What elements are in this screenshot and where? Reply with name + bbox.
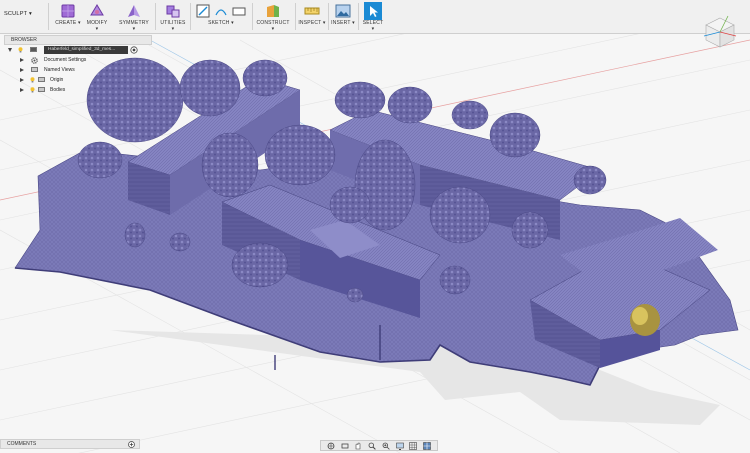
grid-icon[interactable]	[409, 441, 418, 450]
select-icon	[364, 1, 382, 20]
create-menu[interactable]: CREATE ▾	[55, 1, 81, 31]
highlight-artifact	[630, 304, 660, 336]
folder-icon	[31, 67, 38, 72]
browser-item-label: Origin	[50, 77, 64, 83]
folder-icon	[38, 77, 45, 82]
utilities-icon	[166, 5, 180, 17]
utilities-menu[interactable]: UTILITIES ▾	[159, 1, 187, 32]
lightbulb-icon[interactable]	[30, 77, 35, 83]
modify-icon	[90, 3, 104, 15]
folder-icon	[38, 87, 45, 92]
create-label: CREATE	[55, 20, 77, 26]
construct-menu[interactable]: CONSTRUCT ▾	[255, 1, 291, 32]
look-at-icon[interactable]	[341, 442, 349, 450]
symmetry-label: SYMMETRY	[119, 20, 149, 26]
comments-panel[interactable]: COMMENTS	[0, 439, 140, 449]
divider	[295, 3, 296, 30]
divider	[155, 3, 156, 30]
utilities-label: UTILITIES	[160, 20, 186, 26]
gear-icon	[31, 57, 38, 64]
select-menu[interactable]: SELECT ▾	[361, 1, 385, 32]
arc-icon	[215, 8, 227, 15]
sketch-label: SKETCH	[208, 20, 230, 26]
inspect-label: INSPECT	[298, 20, 322, 26]
document-name[interactable]: Haberfeld_simplified_3d_mes...	[44, 46, 128, 54]
inspect-icon	[304, 7, 320, 14]
browser-item-label: Document Settings	[44, 57, 87, 63]
expand-icon[interactable]	[20, 78, 24, 82]
expand-icon[interactable]	[8, 48, 12, 52]
insert-menu[interactable]: INSERT ▾	[331, 1, 355, 31]
orbit-icon[interactable]	[327, 442, 335, 450]
insert-label: INSERT	[331, 20, 351, 26]
construct-icon	[267, 4, 279, 17]
browser-title: BROWSER	[11, 37, 37, 43]
navigation-bar	[320, 440, 438, 451]
sketch-icon	[196, 4, 210, 17]
browser-item[interactable]: Document Settings	[4, 55, 152, 65]
chevron-down-icon: ▾	[28, 11, 32, 17]
workspace-label: SCULPT	[4, 11, 28, 17]
ribbon-toolbar: SCULPT ▾ CREATE ▾ MODIFY ▾ SYMMETRY ▾ UT…	[0, 0, 750, 34]
construct-label: CONSTRUCT	[256, 20, 290, 26]
browser-header[interactable]: BROWSER	[4, 35, 152, 45]
divider	[48, 3, 49, 30]
pan-icon[interactable]	[354, 442, 362, 450]
divider	[190, 3, 191, 30]
browser-item[interactable]: Origin	[4, 75, 152, 85]
symmetry-icon	[128, 4, 140, 17]
lightbulb-icon[interactable]	[30, 87, 35, 93]
comments-title: COMMENTS	[7, 441, 37, 447]
expand-icon[interactable]	[20, 58, 24, 62]
divider	[328, 3, 329, 30]
divider	[252, 3, 253, 30]
divider	[358, 3, 359, 30]
inspect-menu[interactable]: INSPECT ▾	[298, 1, 326, 31]
modify-label: MODIFY	[86, 20, 108, 26]
zoom-window-icon[interactable]	[382, 442, 390, 450]
symmetry-menu[interactable]: SYMMETRY ▾	[117, 1, 151, 32]
browser-panel: BROWSER Haberfeld_simplified_3d_mes... D…	[4, 35, 152, 101]
browser-item-label: Named Views	[44, 67, 75, 73]
viewcube[interactable]	[700, 12, 740, 52]
insert-icon	[335, 4, 351, 17]
document-row[interactable]: Haberfeld_simplified_3d_mes...	[4, 45, 152, 55]
viewports-icon[interactable]	[423, 441, 431, 450]
browser-item[interactable]: Named Views	[4, 65, 152, 75]
expand-icon[interactable]	[20, 68, 24, 72]
add-comment-icon[interactable]	[128, 441, 135, 448]
workspace-switcher[interactable]: SCULPT ▾	[4, 11, 32, 17]
display-settings-icon[interactable]	[395, 442, 404, 450]
box-icon	[61, 4, 75, 17]
sketch-menu[interactable]: SKETCH ▾	[193, 1, 249, 31]
document-icon	[30, 47, 37, 52]
lightbulb-icon[interactable]	[18, 47, 23, 53]
rectangle-icon	[232, 7, 246, 15]
modify-menu[interactable]: MODIFY ▾	[85, 1, 109, 32]
select-label: SELECT	[362, 20, 384, 26]
record-icon[interactable]	[130, 46, 138, 54]
zoom-icon[interactable]	[368, 442, 376, 450]
expand-icon[interactable]	[20, 88, 24, 92]
browser-item-label: Bodies	[50, 87, 66, 93]
browser-item[interactable]: Bodies	[4, 85, 152, 95]
